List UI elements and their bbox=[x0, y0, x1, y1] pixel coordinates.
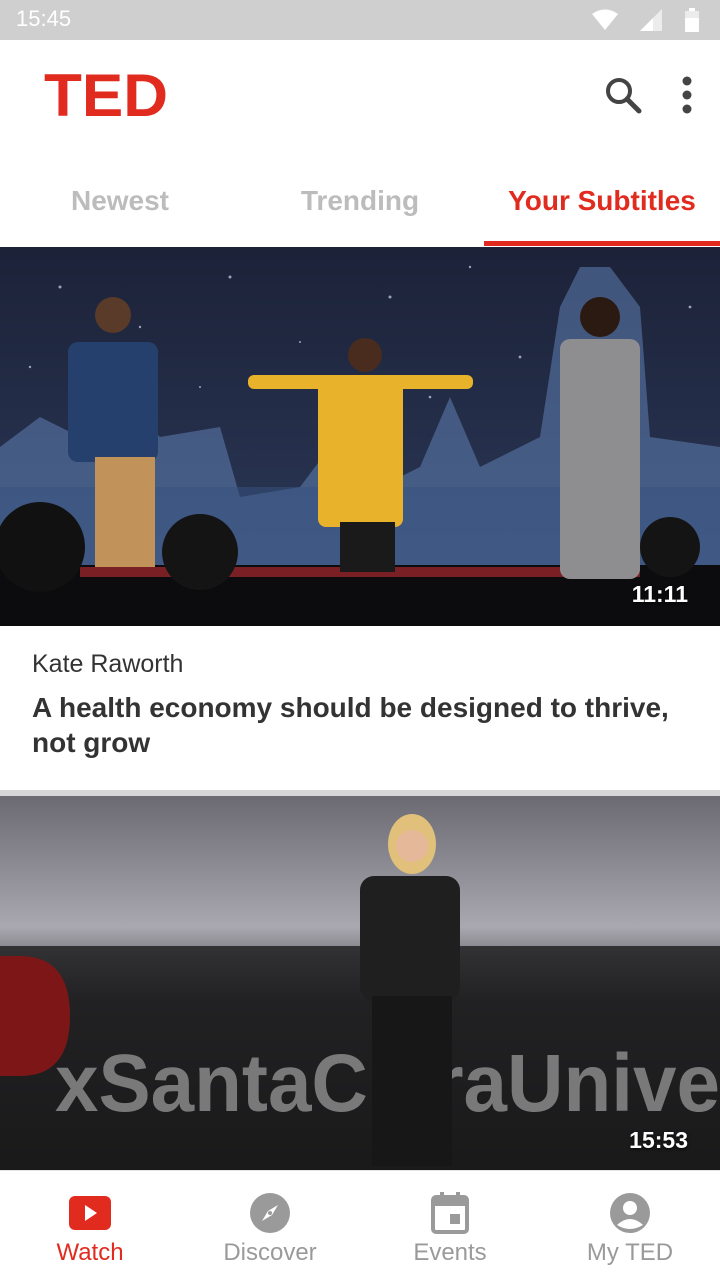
tab-newest[interactable]: Newest bbox=[0, 155, 240, 247]
talk-thumbnail[interactable]: 11:11 bbox=[0, 247, 720, 626]
nav-discover[interactable]: Discover bbox=[180, 1171, 360, 1281]
bottom-navigation: Watch Discover Events My TED bbox=[0, 1170, 720, 1280]
nav-label: Watch bbox=[56, 1239, 124, 1266]
status-time: 15:45 bbox=[16, 6, 72, 31]
app-bar: TED bbox=[0, 40, 720, 155]
signal-icon bbox=[640, 9, 662, 31]
battery-icon bbox=[685, 8, 699, 32]
tab-trending[interactable]: Trending bbox=[240, 155, 480, 247]
system-icons bbox=[592, 8, 700, 32]
more-options-icon[interactable] bbox=[682, 76, 692, 119]
talk-duration: 11:11 bbox=[631, 581, 688, 607]
tab-bar: Newest Trending Your Subtitles bbox=[0, 155, 720, 247]
account-icon bbox=[610, 1193, 650, 1233]
active-tab-indicator bbox=[484, 241, 720, 246]
play-icon bbox=[69, 1196, 111, 1230]
speaker-name: Kate Raworth bbox=[32, 650, 184, 678]
nav-my-ted[interactable]: My TED bbox=[540, 1171, 720, 1281]
calendar-icon bbox=[431, 1192, 469, 1234]
talk-duration: 15:53 bbox=[629, 1127, 688, 1153]
nav-label: Discover bbox=[223, 1239, 317, 1266]
tab-your-subtitles[interactable]: Your Subtitles bbox=[484, 155, 720, 247]
talk-title[interactable]: A health economy should be designed to t… bbox=[32, 690, 682, 760]
nav-events[interactable]: Events bbox=[360, 1171, 540, 1281]
nav-label: Events bbox=[413, 1239, 487, 1266]
ted-logo: TED bbox=[44, 68, 168, 120]
talk-thumbnail[interactable]: xSantaClaraUnive 15:53 bbox=[0, 796, 720, 1170]
search-icon[interactable] bbox=[604, 76, 642, 119]
nav-label: My TED bbox=[586, 1239, 674, 1266]
status-bar: 15:45 bbox=[0, 0, 720, 40]
compass-icon bbox=[250, 1193, 290, 1233]
logo-text: TED bbox=[44, 68, 168, 120]
wifi-icon bbox=[592, 9, 618, 30]
nav-watch[interactable]: Watch bbox=[0, 1171, 180, 1281]
